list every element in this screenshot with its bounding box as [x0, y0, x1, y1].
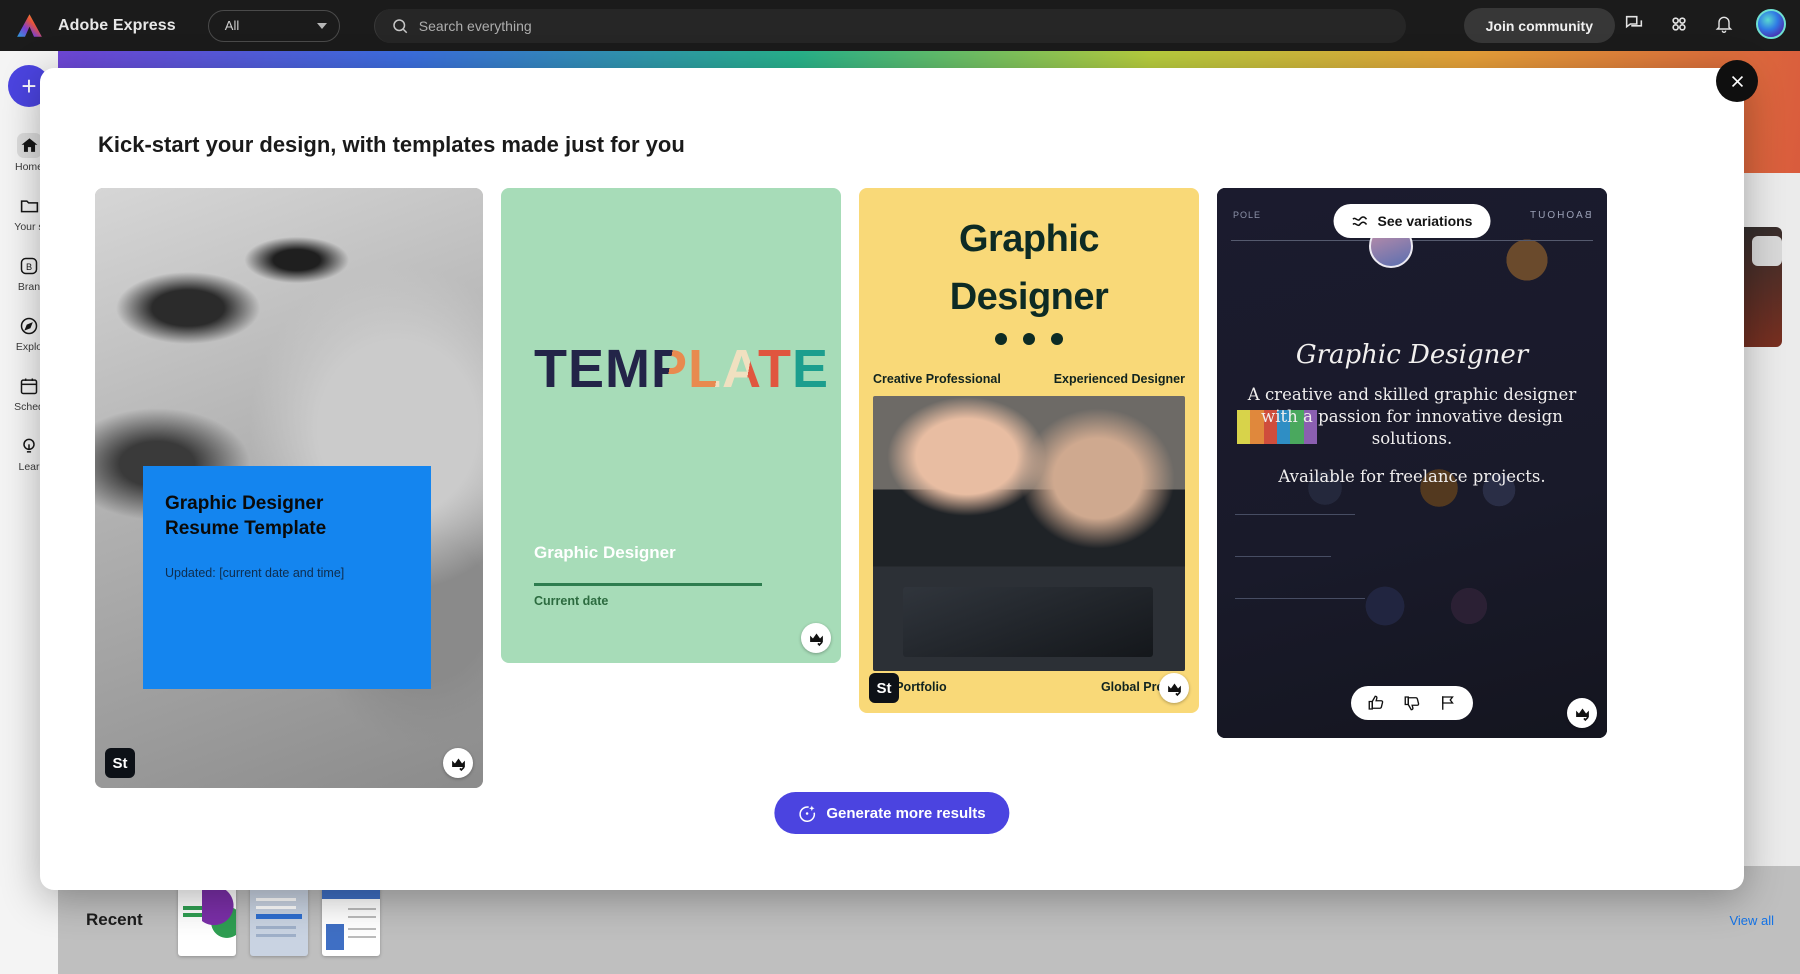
- card-faint-line: [1235, 514, 1355, 515]
- card-corner-label-left: POLE: [1233, 210, 1261, 220]
- template-card-green[interactable]: TEMPLATE Graphic Designer Current date: [501, 188, 841, 663]
- card-divider: [534, 583, 762, 586]
- thumbs-up-icon[interactable]: [1365, 692, 1387, 714]
- see-variations-button[interactable]: See variations: [1334, 204, 1491, 238]
- card-title-line1: Graphic: [859, 218, 1199, 261]
- card-title-line2: Designer: [859, 276, 1199, 319]
- magic-wand-sparkle-icon: [798, 804, 817, 823]
- adobe-stock-badge: St: [869, 673, 899, 703]
- card-photo: [873, 396, 1185, 671]
- card-display-word: TEMPLATE: [534, 338, 829, 400]
- modal-overlay: Kick-start your design, with templates m…: [0, 0, 1800, 974]
- card-corner-label-right: BAOHOUT: [1528, 210, 1591, 221]
- card-label-top-right: Experienced Designer: [1054, 372, 1185, 386]
- card-background-decoration: [1217, 188, 1607, 738]
- card-subtext: Updated: [current date and time]: [165, 564, 345, 583]
- card-faint-line: [1235, 598, 1365, 599]
- app-root: esigning Generate Recent: [0, 0, 1800, 974]
- see-variations-label: See variations: [1378, 213, 1473, 229]
- card-body-text: A creative and skilled graphic designer …: [1235, 384, 1589, 449]
- card-dot-decoration: [859, 333, 1199, 345]
- card-label-top-left: Creative Professional: [873, 372, 1001, 386]
- card-text-panel: Graphic Designer Resume Template Updated…: [143, 466, 431, 689]
- template-card-resume[interactable]: Graphic Designer Resume Template Updated…: [95, 188, 483, 788]
- premium-crown-icon: [801, 623, 831, 653]
- premium-crown-icon: [1567, 698, 1597, 728]
- card-title: Graphic Designer: [534, 543, 676, 563]
- card-script-title: Graphic Designer: [1217, 340, 1607, 370]
- card-date-label: Current date: [534, 594, 608, 608]
- flag-report-icon[interactable]: [1437, 692, 1459, 714]
- card-heading: Graphic Designer Resume Template: [165, 492, 397, 541]
- close-icon[interactable]: [1716, 60, 1758, 102]
- wave-variations-icon: [1352, 214, 1370, 229]
- card-faint-line: [1235, 556, 1331, 557]
- template-card-yellow[interactable]: Graphic Designer Creative Professional E…: [859, 188, 1199, 713]
- card-body-text-secondary: Available for freelance projects.: [1255, 466, 1569, 488]
- adobe-stock-badge: St: [105, 748, 135, 778]
- premium-crown-icon: [1159, 673, 1189, 703]
- generate-more-label: Generate more results: [826, 805, 985, 822]
- template-card-grid: Graphic Designer Resume Template Updated…: [95, 188, 1607, 788]
- generate-more-results-button[interactable]: Generate more results: [774, 792, 1009, 834]
- thumbs-down-icon[interactable]: [1401, 692, 1423, 714]
- template-card-dark[interactable]: POLE BAOHOUT Graphic Designer A creative…: [1217, 188, 1607, 738]
- premium-crown-icon: [443, 748, 473, 778]
- page-title: Kick-start your design, with templates m…: [98, 132, 685, 158]
- feedback-button-group: [1351, 686, 1473, 720]
- template-suggestions-modal: Kick-start your design, with templates m…: [40, 68, 1744, 890]
